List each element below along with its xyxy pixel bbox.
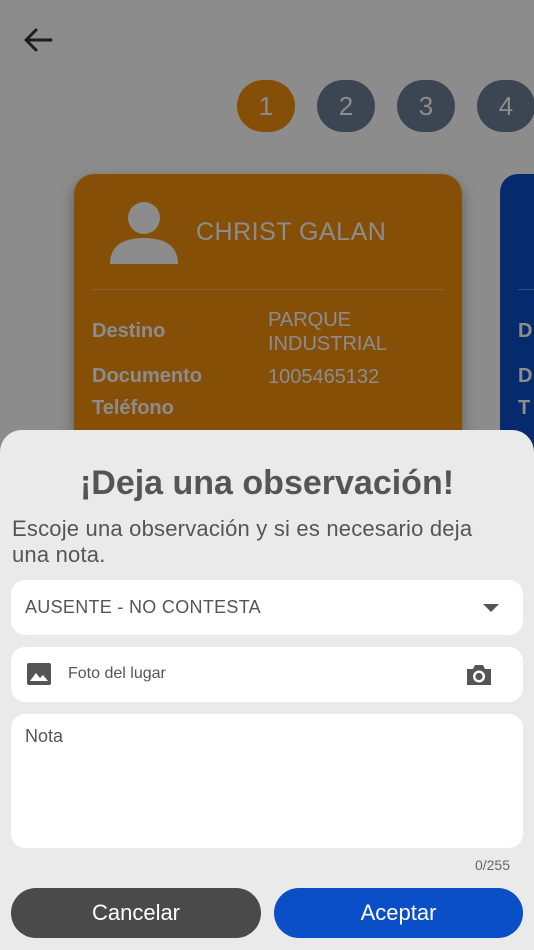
sheet-subtitle: Escoje una observación y si es necesario… [12,516,473,567]
observation-sheet: ¡Deja una observación! Escoje una observ… [0,430,534,950]
image-icon [27,663,51,685]
note-textarea[interactable]: Nota [11,714,523,848]
photo-field[interactable]: Foto del lugar [11,647,523,702]
observation-select-value: AUSENTE - NO CONTESTA [25,597,261,617]
observation-select[interactable]: AUSENTE - NO CONTESTA [11,580,523,635]
char-counter: 0/255 [474,857,510,873]
chevron-down-icon [483,604,499,612]
camera-icon[interactable] [465,663,493,687]
cancel-button[interactable]: Cancelar [11,888,261,938]
sheet-title: ¡Deja una observación! [79,464,455,502]
photo-label: Foto del lugar [68,665,166,682]
note-placeholder: Nota [25,726,64,746]
accept-button[interactable]: Aceptar [274,888,523,938]
